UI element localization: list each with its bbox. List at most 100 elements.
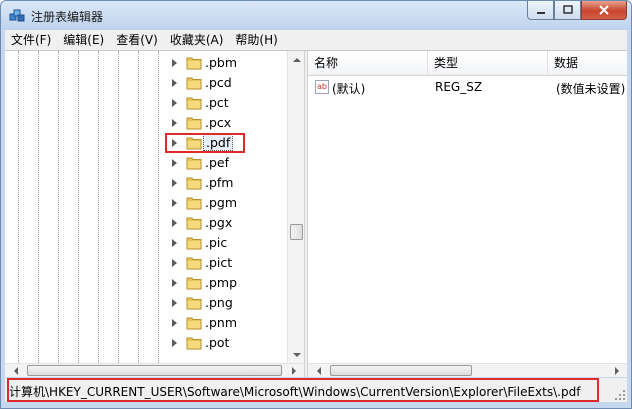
tree-item-label: .pot — [205, 335, 230, 350]
status-path-highlight — [7, 378, 599, 402]
expand-arrow-icon[interactable] — [172, 199, 177, 207]
folder-icon — [186, 97, 202, 110]
maximize-button[interactable] — [554, 1, 581, 20]
folder-icon — [186, 337, 202, 350]
column-name-header[interactable]: 名称 — [308, 51, 428, 75]
value-data: (数值未设置) — [556, 82, 626, 96]
folder-icon — [186, 257, 202, 270]
maximize-icon — [562, 5, 573, 14]
folder-icon — [186, 197, 202, 210]
menu-file[interactable]: 文件(F) — [5, 30, 57, 50]
scroll-left-icon — [316, 366, 321, 375]
expand-arrow-icon[interactable] — [172, 179, 177, 187]
expand-arrow-icon[interactable] — [172, 79, 177, 87]
scroll-right-button[interactable] — [608, 362, 625, 379]
tree-item-label: .pnm — [205, 315, 238, 330]
menu-edit[interactable]: 编辑(E) — [57, 30, 110, 50]
string-value-icon: ab — [315, 80, 329, 94]
folder-icon — [186, 177, 202, 190]
scroll-down-icon — [292, 352, 301, 357]
tree-guide-line — [58, 51, 59, 363]
scroll-right-button[interactable] — [285, 362, 302, 379]
values-horizontal-scrollbar[interactable] — [308, 363, 627, 377]
tree-item[interactable]: .pot — [167, 333, 287, 353]
tree-horizontal-scrollbar[interactable] — [5, 363, 304, 377]
minimize-button[interactable] — [527, 1, 554, 20]
tree-item[interactable]: .pmp — [167, 273, 287, 293]
selected-key-highlight — [165, 133, 245, 153]
tree-guide-line — [98, 51, 99, 363]
expand-arrow-icon[interactable] — [172, 159, 177, 167]
tree-item[interactable]: .pcx — [167, 113, 287, 133]
tree-item[interactable]: .pef — [167, 153, 287, 173]
scroll-right-icon — [614, 366, 619, 375]
tree-item-label: .pict — [205, 255, 233, 270]
scroll-left-button[interactable] — [310, 362, 327, 379]
registry-editor-icon — [9, 9, 25, 22]
tree-item[interactable]: .pbm — [167, 53, 287, 73]
registry-editor-window: 注册表编辑器 文件(F) 编辑(E) 查看(V) 收藏夹(A) 帮助(H) .p… — [0, 0, 632, 409]
tree-item-label: .pcd — [205, 75, 232, 90]
tree-guide-line — [118, 51, 119, 363]
tree-vertical-scrollbar[interactable] — [287, 51, 304, 363]
scroll-up-icon — [292, 57, 301, 62]
expand-arrow-icon[interactable] — [172, 119, 177, 127]
folder-icon — [186, 237, 202, 250]
status-bar: 计算机\HKEY_CURRENT_USER\Software\Microsoft… — [5, 378, 627, 402]
tree-item[interactable]: .pcd — [167, 73, 287, 93]
expand-arrow-icon[interactable] — [172, 239, 177, 247]
close-button[interactable] — [581, 1, 627, 20]
menu-bar: 文件(F) 编辑(E) 查看(V) 收藏夹(A) 帮助(H) — [5, 30, 627, 50]
menu-help[interactable]: 帮助(H) — [229, 30, 283, 50]
tree-item-label: .pgm — [205, 195, 238, 210]
caption-buttons — [527, 1, 627, 20]
tree-item[interactable]: .png — [167, 293, 287, 313]
tree-item[interactable]: .pnm — [167, 313, 287, 333]
tree-item[interactable]: .pgm — [167, 193, 287, 213]
expand-arrow-icon[interactable] — [172, 219, 177, 227]
values-hscroll-thumb[interactable] — [330, 365, 472, 376]
tree-guide-line — [18, 51, 19, 363]
tree-item[interactable]: .pfm — [167, 173, 287, 193]
key-tree[interactable]: .pbm .pcd .pct .pcx .pdf .pef .pfm .pgm .pgx .pic… — [5, 51, 304, 363]
tree-item-label: .pcx — [205, 115, 232, 130]
tree-item-label: .pbm — [205, 55, 238, 70]
folder-icon — [186, 277, 202, 290]
expand-arrow-icon[interactable] — [172, 259, 177, 267]
expand-arrow-icon[interactable] — [172, 99, 177, 107]
resize-grip-icon[interactable] — [615, 390, 625, 400]
scroll-up-button[interactable] — [288, 51, 304, 68]
title-bar[interactable]: 注册表编辑器 — [1, 1, 631, 30]
expand-arrow-icon[interactable] — [172, 339, 177, 347]
tree-scroll-thumb[interactable] — [290, 224, 303, 240]
tree-item[interactable]: .pct — [167, 93, 287, 113]
folder-icon — [186, 117, 202, 130]
tree-item[interactable]: .pict — [167, 253, 287, 273]
tree-item-label: .pct — [205, 95, 229, 110]
scroll-left-button[interactable] — [7, 362, 24, 379]
scroll-left-icon — [13, 366, 18, 375]
expand-arrow-icon[interactable] — [172, 279, 177, 287]
expand-arrow-icon[interactable] — [172, 299, 177, 307]
column-type-header[interactable]: 类型 — [428, 51, 548, 75]
column-data-header[interactable]: 数据 — [548, 51, 627, 75]
value-row[interactable]: ab (默认) REG_SZ (数值未设置) — [308, 79, 627, 97]
expand-arrow-icon[interactable] — [172, 319, 177, 327]
tree-item[interactable]: .pgx — [167, 213, 287, 233]
tree-item[interactable]: .pic — [167, 233, 287, 253]
tree-hscroll-thumb[interactable] — [27, 365, 282, 376]
values-list[interactable]: 名称 类型 数据 ab (默认) REG_SZ (数值未设置) — [308, 51, 627, 363]
folder-icon — [186, 157, 202, 170]
tree-item-label: .pgx — [205, 215, 233, 230]
folder-icon — [186, 217, 202, 230]
minimize-icon — [536, 12, 545, 14]
tree-item-label: .pic — [205, 235, 228, 250]
tree-item-label: .png — [205, 295, 233, 310]
expand-arrow-icon[interactable] — [172, 59, 177, 67]
menu-favorites[interactable]: 收藏夹(A) — [164, 30, 230, 50]
tree-guide-line — [38, 51, 39, 363]
scroll-down-button[interactable] — [288, 346, 304, 363]
menu-view[interactable]: 查看(V) — [110, 30, 164, 50]
folder-icon — [186, 77, 202, 90]
client-area: .pbm .pcd .pct .pcx .pdf .pef .pfm .pgm .pgx .pic… — [5, 50, 627, 377]
